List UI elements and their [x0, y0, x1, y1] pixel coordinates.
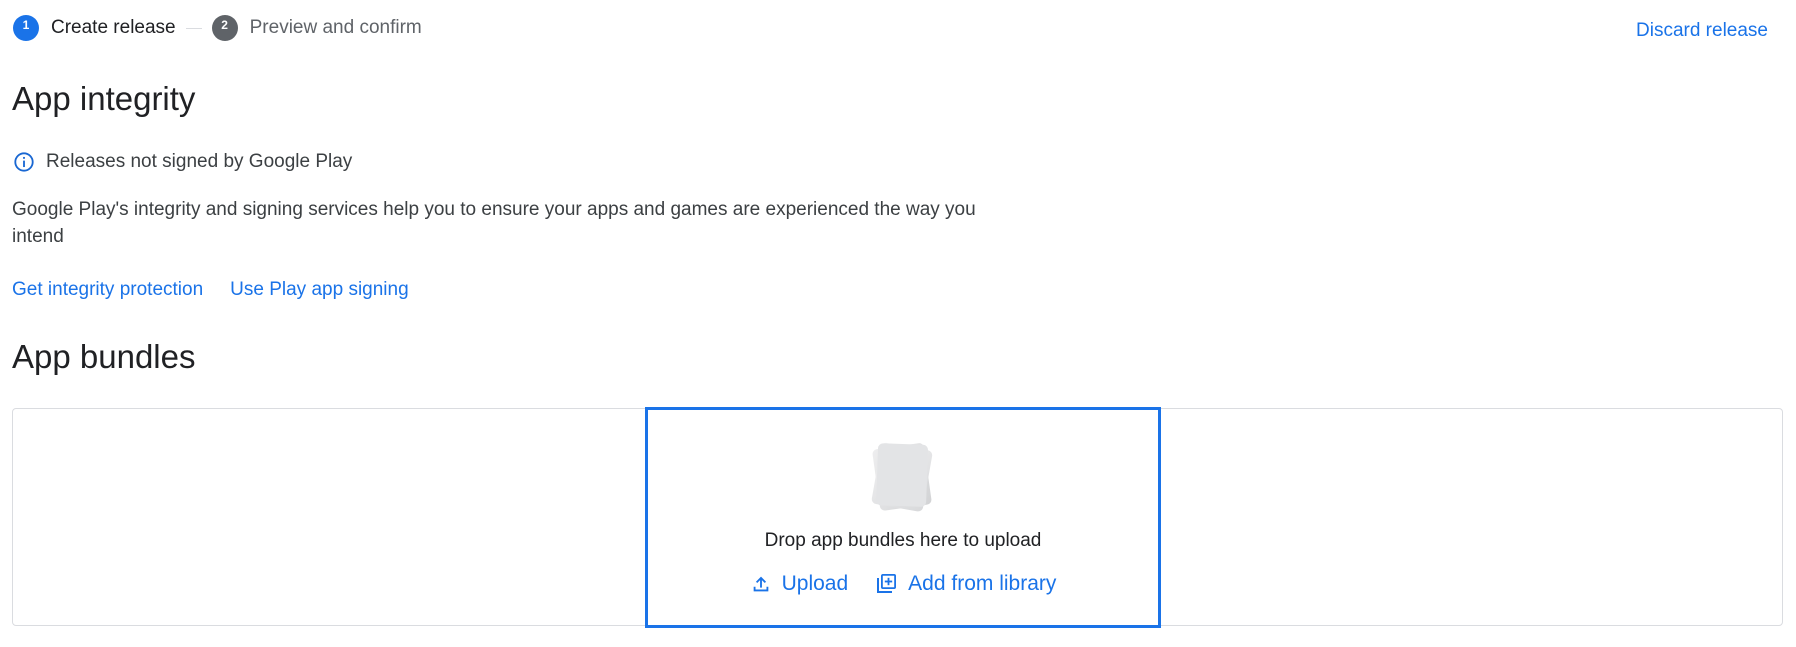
add-from-library-button[interactable]: Add from library: [874, 572, 1056, 596]
upload-button[interactable]: Upload: [750, 572, 849, 596]
step-connector: [185, 27, 202, 29]
app-integrity-heading: App integrity: [12, 80, 196, 117]
add-from-library-label: Add from library: [908, 572, 1057, 595]
step-1-indicator: 1: [13, 15, 39, 41]
step-1-label[interactable]: Create release: [51, 17, 176, 39]
integrity-links: Get integrity protection Use Play app si…: [12, 279, 409, 301]
upload-icon: [750, 573, 772, 595]
create-release-page: 1 Create release 2 Preview and confirm D…: [0, 0, 1796, 647]
use-play-app-signing-link[interactable]: Use Play app signing: [230, 279, 409, 301]
drop-instructions: Drop app bundles here to upload: [764, 530, 1042, 551]
integrity-description: Google Play's integrity and signing serv…: [12, 199, 976, 247]
discard-release-link[interactable]: Discard release: [1636, 20, 1768, 42]
integrity-status-text: Releases not signed by Google Play: [46, 151, 353, 172]
drop-actions: Upload Add from library: [648, 572, 1158, 596]
step-2-indicator: 2: [211, 15, 238, 41]
integrity-status: Releases not signed by Google Play: [13, 151, 352, 173]
release-stepper: 1 Create release 2 Preview and confirm: [13, 15, 422, 41]
library-add-icon: [874, 572, 898, 596]
bundle-drop-zone[interactable]: Drop app bundles here to upload Upload A…: [645, 407, 1161, 628]
get-integrity-protection-link[interactable]: Get integrity protection: [12, 279, 203, 301]
files-illustration-icon: [864, 436, 938, 523]
step-2-label[interactable]: Preview and confirm: [250, 17, 422, 39]
upload-label: Upload: [781, 572, 849, 595]
info-icon: [13, 151, 35, 173]
app-bundles-heading: App bundles: [12, 338, 196, 375]
